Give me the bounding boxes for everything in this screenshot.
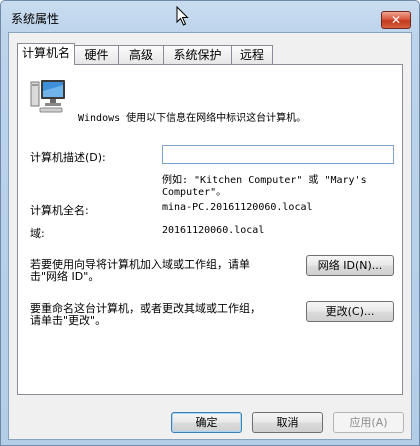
cancel-button[interactable]: 取消 bbox=[252, 412, 323, 433]
apply-button[interactable]: 应用(A) bbox=[333, 412, 404, 433]
system-properties-window: 系统属性 ✕ 计算机名 硬件 高级 系统保护 远程 Windows 使用以下信息… bbox=[0, 0, 420, 446]
mouse-cursor-icon bbox=[176, 6, 189, 26]
computer-name-panel: Windows 使用以下信息在网络中标识这台计算机。 计算机描述(D): 例如:… bbox=[17, 64, 403, 395]
intro-text: Windows 使用以下信息在网络中标识这台计算机。 bbox=[78, 113, 307, 124]
close-button[interactable]: ✕ bbox=[381, 11, 411, 29]
window-title: 系统属性 bbox=[11, 12, 60, 26]
full-name-label: 计算机全名: bbox=[30, 204, 89, 217]
change-button[interactable]: 更改(C)... bbox=[306, 301, 394, 322]
domain-label: 域: bbox=[30, 227, 45, 240]
tab-hardware[interactable]: 硬件 bbox=[74, 45, 119, 64]
dialog-client-area: 计算机名 硬件 高级 系统保护 远程 Windows 使用以下信息在网络中标识这… bbox=[8, 32, 412, 440]
full-name-value: mina-PC.20161120060.local bbox=[162, 202, 313, 213]
domain-value: 20161120060.local bbox=[162, 225, 265, 236]
tab-advanced[interactable]: 高级 bbox=[118, 45, 164, 64]
change-text-line2: 请单击"更改"。 bbox=[30, 314, 107, 327]
close-icon: ✕ bbox=[390, 13, 402, 27]
title-bar[interactable]: 系统属性 ✕ bbox=[1, 1, 419, 31]
tab-system-protection[interactable]: 系统保护 bbox=[163, 45, 232, 64]
description-example-line2: Computer"。 bbox=[162, 187, 227, 198]
computer-icon bbox=[30, 80, 65, 113]
ok-button[interactable]: 确定 bbox=[171, 412, 242, 433]
tab-computer-name[interactable]: 计算机名 bbox=[17, 43, 75, 65]
network-id-button[interactable]: 网络 ID(N)... bbox=[306, 255, 394, 276]
description-label: 计算机描述(D): bbox=[30, 151, 106, 164]
tab-remote[interactable]: 远程 bbox=[231, 45, 273, 64]
network-id-text-line2: 击"网络 ID"。 bbox=[30, 270, 100, 283]
computer-description-input[interactable] bbox=[162, 145, 394, 164]
